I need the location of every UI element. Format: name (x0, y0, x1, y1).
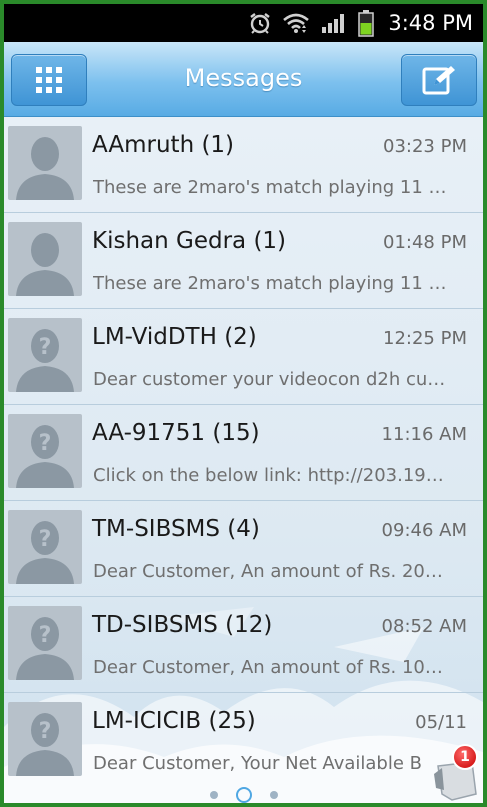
message-preview: Dear customer your videocon d2h cu… (93, 369, 446, 390)
conversation-row[interactable]: ? TM-SIBSMS (4) 09:46 AM Dear Customer, … (4, 501, 483, 597)
message-preview: Dear Customer, An amount of Rs. 20… (93, 561, 443, 582)
contact-name: AAmruth (1) (92, 132, 235, 158)
page-dot[interactable] (269, 791, 278, 799)
conversation-row[interactable]: ? TD-SIBSMS (12) 08:52 AM Dear Customer,… (4, 597, 483, 693)
message-preview: These are 2maro's match playing 11 … (93, 273, 447, 294)
contact-avatar[interactable]: ? (8, 414, 82, 488)
svg-text:?: ? (39, 623, 52, 648)
phone-frame: 3:48 PM Messages AAmruth (1) 03:23 PM Th… (0, 0, 487, 807)
message-time: 12:25 PM (383, 328, 467, 349)
conversation-row[interactable]: ? AA-91751 (15) 11:16 AM Click on the be… (4, 405, 483, 501)
contact-avatar[interactable] (8, 126, 82, 200)
compose-button[interactable] (401, 54, 477, 106)
contact-name: TD-SIBSMS (12) (92, 612, 273, 638)
compose-icon (422, 66, 455, 95)
message-time: 01:48 PM (383, 232, 467, 253)
contact-name: LM-VidDTH (2) (92, 324, 257, 350)
message-time: 05/11 (415, 712, 467, 733)
unknown-contact-icon: ? (16, 425, 74, 488)
svg-text:?: ? (39, 527, 52, 552)
svg-text:?: ? (39, 335, 52, 360)
contact-avatar[interactable] (8, 222, 82, 296)
page-dot-active[interactable] (235, 787, 252, 803)
svg-text:?: ? (39, 719, 52, 744)
conversation-row[interactable]: ? LM-VidDTH (2) 12:25 PM Dear customer y… (4, 309, 483, 405)
unknown-contact-icon: ? (16, 713, 74, 776)
person-silhouette-icon (16, 233, 74, 296)
floating-notification-widget[interactable]: 1 (432, 744, 480, 803)
app-bar: Messages (4, 42, 483, 117)
contact-avatar[interactable]: ? (8, 318, 82, 392)
contact-name: TM-SIBSMS (4) (92, 516, 260, 542)
message-preview: Click on the below link: http://203.19… (93, 465, 444, 486)
alarm-icon (250, 13, 271, 34)
page-indicator (4, 787, 483, 803)
contact-name: Kishan Gedra (1) (92, 228, 287, 254)
contact-name: LM-ICICIB (25) (92, 708, 256, 734)
conversation-row[interactable]: Kishan Gedra (1) 01:48 PM These are 2mar… (4, 213, 483, 309)
battery-icon (358, 10, 375, 37)
message-time: 09:46 AM (381, 520, 467, 541)
message-time: 11:16 AM (381, 424, 467, 445)
status-time: 3:48 PM (388, 11, 473, 35)
message-preview: Dear Customer, Your Net Available B (93, 753, 422, 774)
message-preview: Dear Customer, An amount of Rs. 10… (93, 657, 443, 678)
conversation-row[interactable]: ? LM-ICICIB (25) 05/11 Dear Customer, Yo… (4, 693, 483, 789)
unknown-contact-icon: ? (16, 329, 74, 392)
unknown-contact-icon: ? (16, 521, 74, 584)
person-silhouette-icon (16, 137, 74, 200)
signal-icon (322, 14, 345, 33)
conversation-list[interactable]: AAmruth (1) 03:23 PM These are 2maro's m… (4, 117, 483, 803)
message-preview: These are 2maro's match playing 11 … (93, 177, 447, 198)
unread-badge: 1 (452, 744, 478, 770)
contact-name: AA-91751 (15) (92, 420, 260, 446)
unknown-contact-icon: ? (16, 617, 74, 680)
wifi-icon (283, 13, 310, 33)
message-time: 08:52 AM (381, 616, 467, 637)
svg-text:?: ? (39, 431, 52, 456)
contact-avatar[interactable]: ? (8, 702, 82, 776)
message-time: 03:23 PM (383, 136, 467, 157)
page-dot[interactable] (209, 791, 218, 799)
contact-avatar[interactable]: ? (8, 510, 82, 584)
status-bar: 3:48 PM (4, 4, 483, 42)
contact-avatar[interactable]: ? (8, 606, 82, 680)
conversation-row[interactable]: AAmruth (1) 03:23 PM These are 2maro's m… (4, 117, 483, 213)
